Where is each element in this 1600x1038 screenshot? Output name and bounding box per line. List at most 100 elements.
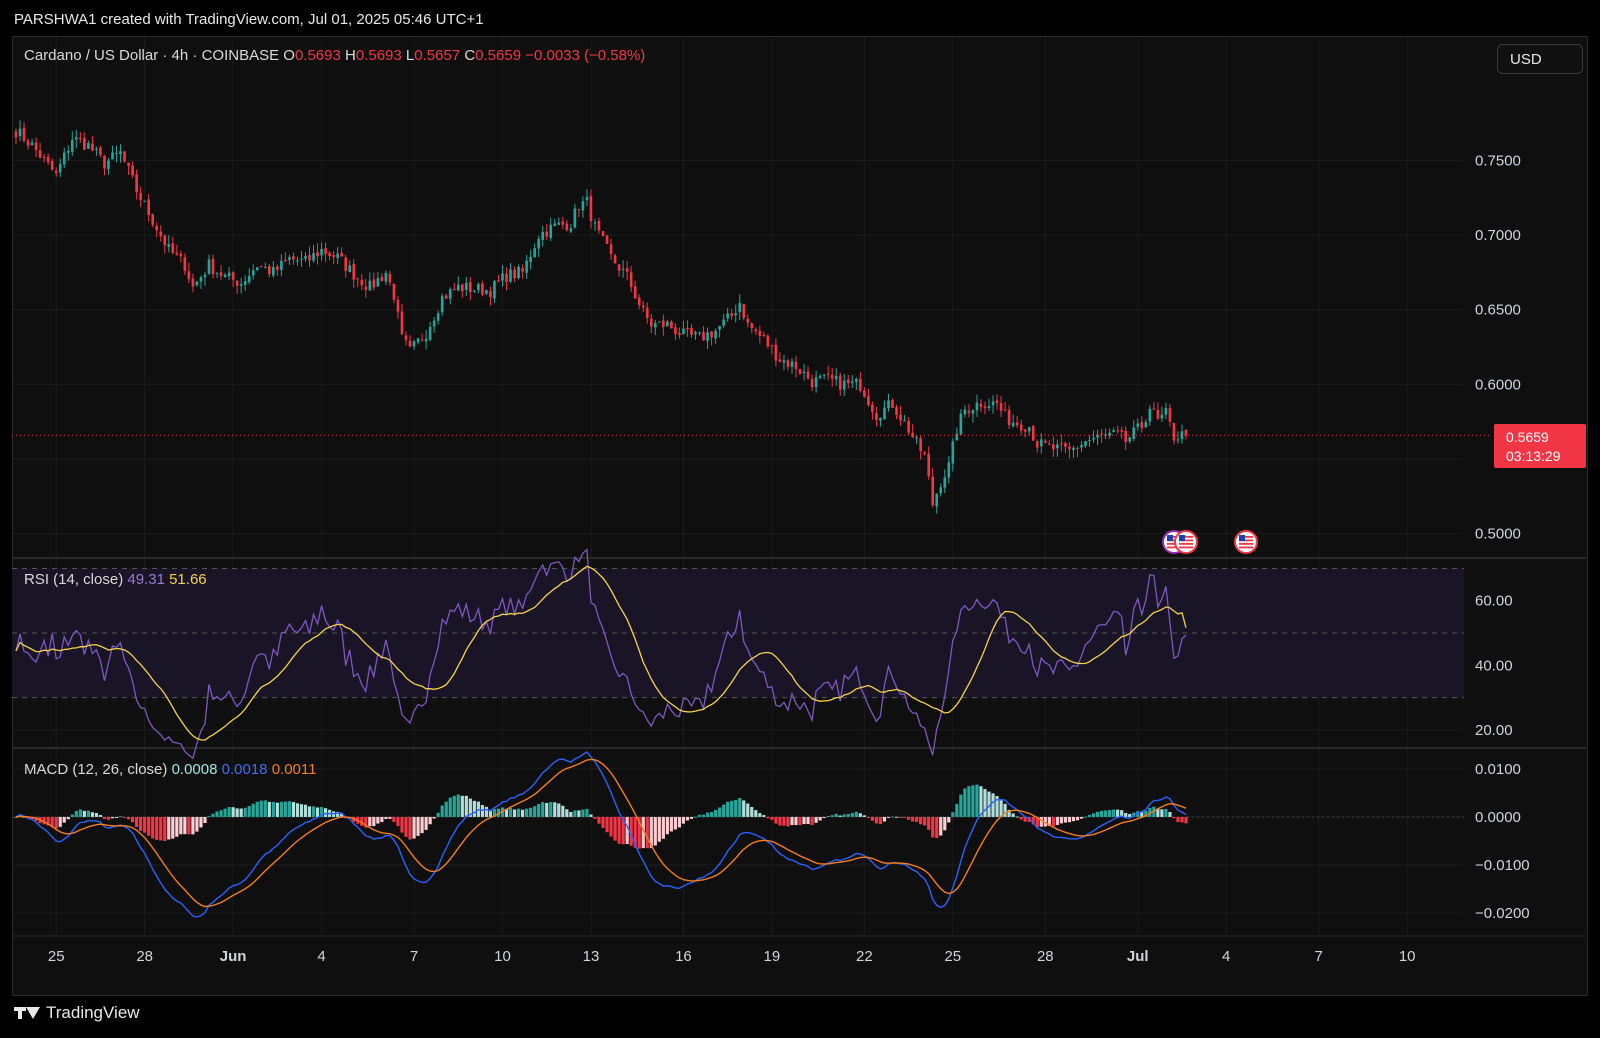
macd-histogram-bar <box>730 800 734 817</box>
macd-histogram-bar <box>585 808 589 817</box>
macd-histogram-bar <box>701 814 706 817</box>
macd-histogram-bar <box>862 815 866 817</box>
candle <box>718 326 721 330</box>
price-tick-label: 0.5000 <box>1475 526 1521 543</box>
macd-histogram-bar <box>529 807 533 817</box>
macd-histogram-bar <box>794 816 798 826</box>
macd-histogram-bar <box>78 809 82 817</box>
candle <box>497 280 500 282</box>
macd-histogram-bar <box>822 816 826 819</box>
symbol-title[interactable]: Cardano / US Dollar · 4h · COINBASE <box>24 47 279 64</box>
macd-histogram-bar <box>416 816 420 836</box>
macd-histogram-bar <box>967 786 971 817</box>
chart-canvas[interactable]: 0.75000.70000.65000.60000.500060.0040.00… <box>12 36 1586 994</box>
macd-histogram-bar <box>436 812 440 817</box>
candle <box>706 332 709 341</box>
candle <box>533 248 536 258</box>
candle <box>66 150 70 153</box>
candle <box>915 437 918 439</box>
candle <box>328 252 331 257</box>
top-bar: PARSHWA1 created with TradingView.com, J… <box>0 0 1600 36</box>
candle <box>70 139 74 152</box>
macd-histogram-bar <box>605 816 609 833</box>
macd-histogram-bar <box>714 809 718 817</box>
candle <box>151 214 155 225</box>
macd-histogram-bar <box>975 784 979 817</box>
macd-legend-label: MACD (12, 26, close) <box>24 761 168 778</box>
currency-button[interactable]: USD <box>1497 44 1583 74</box>
candle <box>553 223 557 227</box>
candle <box>513 269 516 279</box>
macd-histogram-bar <box>589 814 593 817</box>
candle <box>147 199 150 215</box>
macd-histogram-bar <box>271 801 275 817</box>
macd-legend[interactable]: MACD (12, 26, close) 0.0008 0.0018 0.001… <box>24 761 316 778</box>
macd-histogram-bar <box>726 801 730 817</box>
candle <box>629 272 633 288</box>
macd-histogram-bar <box>722 804 726 817</box>
macd-histogram-bar <box>521 809 525 817</box>
macd-histogram-bar <box>750 806 754 817</box>
macd-histogram-bar <box>919 816 923 825</box>
flag-canton <box>1179 535 1185 541</box>
candle <box>83 137 86 150</box>
macd-histogram-bar <box>159 816 163 841</box>
candle <box>710 331 713 338</box>
macd-histogram-bar <box>98 814 103 817</box>
macd-histogram-bar <box>279 801 283 817</box>
candle <box>577 209 581 211</box>
candle <box>231 272 235 280</box>
candle <box>750 323 754 329</box>
macd-histogram-bar <box>114 816 119 818</box>
macd-tick-label: 0.0000 <box>1475 809 1521 826</box>
macd-histogram-bar <box>537 804 541 817</box>
candle <box>380 276 384 281</box>
event-marker-ring <box>1234 530 1258 554</box>
candle <box>589 196 593 222</box>
candle <box>388 273 392 283</box>
candle <box>14 131 18 138</box>
candle <box>215 272 219 274</box>
macd-histogram-bar <box>754 810 758 817</box>
macd-histogram-bar <box>870 816 875 821</box>
macd-histogram-bar <box>1108 810 1112 817</box>
candle <box>115 153 118 155</box>
time-tick-label: 10 <box>494 948 511 965</box>
macd-histogram-bar <box>766 816 770 819</box>
candle <box>778 359 782 362</box>
candle <box>227 272 231 277</box>
tradingview-brand[interactable]: TradingView <box>14 1003 140 1023</box>
candle <box>324 248 327 254</box>
candle <box>372 279 376 288</box>
candle <box>308 255 311 261</box>
candle <box>288 257 291 261</box>
candle <box>995 400 999 404</box>
macd-histogram-bar <box>472 800 476 817</box>
macd-histogram-bar <box>1015 816 1019 818</box>
candle <box>348 265 352 273</box>
price-tick-label: 0.7000 <box>1475 227 1521 244</box>
candle <box>139 193 142 201</box>
candle <box>774 344 778 361</box>
macd-histogram-bar <box>951 812 955 817</box>
macd-hist-value: 0.0008 <box>171 761 218 778</box>
high-label: H <box>345 47 356 64</box>
candle <box>304 256 307 259</box>
candle <box>183 257 187 271</box>
candle <box>1136 423 1140 427</box>
macd-histogram-bar <box>830 815 834 817</box>
macd-histogram-bar <box>235 808 239 817</box>
candle <box>280 260 283 270</box>
candle <box>871 404 874 413</box>
macd-histogram-bar <box>207 815 211 817</box>
macd-histogram-bar <box>886 816 891 818</box>
candle <box>509 269 512 282</box>
candle <box>830 374 834 379</box>
macd-histogram-bar <box>247 806 251 817</box>
macd-histogram-bar <box>541 802 545 817</box>
candle <box>444 295 448 299</box>
candle <box>1007 410 1011 426</box>
candle <box>1011 422 1015 427</box>
macd-histogram-bar <box>770 816 774 820</box>
rsi-legend[interactable]: RSI (14, close) 49.31 51.66 <box>24 571 207 588</box>
